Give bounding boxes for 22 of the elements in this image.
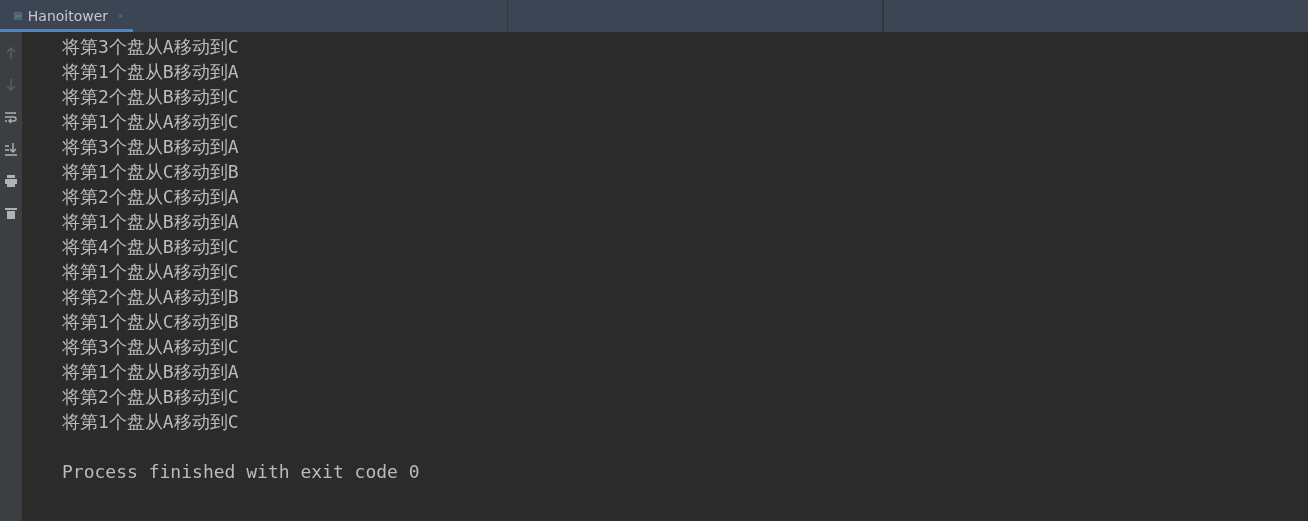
console-line: 将第1个盘从A移动到C [62,260,240,284]
console-line: 将第3个盘从B移动到A [62,135,240,159]
console-line: 将第1个盘从C移动到B [62,310,240,334]
window-icon [14,9,22,23]
scroll-end-icon[interactable] [4,142,18,156]
console-line: 将第1个盘从C移动到B [62,160,240,184]
console-line: 将第1个盘从A移动到C [62,410,240,434]
console-line: 将第4个盘从B移动到C [62,235,240,259]
console-line: 将第2个盘从B移动到C [62,85,240,109]
console-line: 将第2个盘从C移动到A [62,185,240,209]
console-line: 将第1个盘从B移动到A [62,360,240,384]
console-line: 将第1个盘从B移动到A [62,210,240,234]
console-line: 将第3个盘从A移动到C [62,35,240,59]
print-icon[interactable] [4,174,18,188]
console-line: 将第1个盘从B移动到A [62,60,240,84]
delete-icon[interactable] [4,206,18,220]
exit-message: Process finished with exit code 0 [62,460,420,484]
console-line: 将第3个盘从A移动到C [62,335,240,359]
console-line: 将第1个盘从A移动到C [62,110,240,134]
console-line: 将第2个盘从B移动到C [62,385,240,409]
console-line: 将第2个盘从A移动到B [62,285,240,309]
wrap-icon[interactable] [4,110,18,124]
